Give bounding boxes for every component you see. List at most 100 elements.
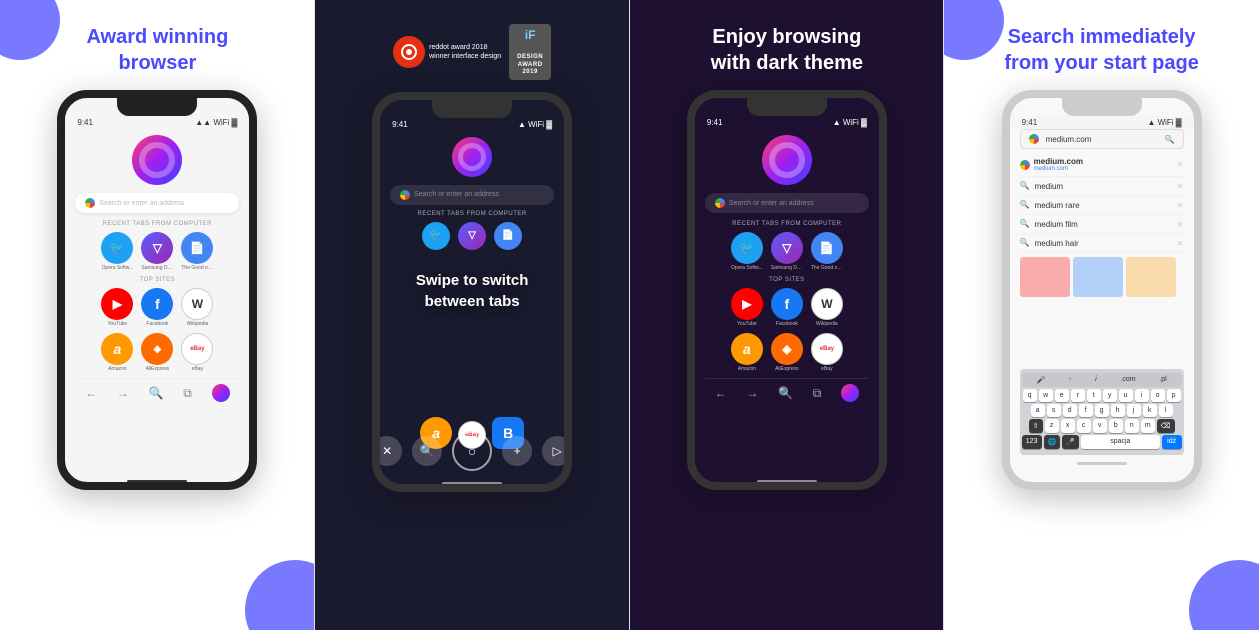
ctrl-main[interactable]: ○ [452, 431, 492, 471]
back-icon-3[interactable]: ← [715, 386, 727, 400]
reddot-line1: reddot award 2018 [429, 44, 487, 51]
decoration-blob-br-4 [1189, 560, 1259, 630]
phone-content-4: medium.com 🔍 medium.com medium.com ✕ 🔍 m… [1010, 129, 1194, 477]
if-badge: iF DESIGNAWARD2019 [509, 24, 551, 80]
ctrl-plus[interactable]: + [502, 436, 532, 466]
suggestion-item-4[interactable]: 🔍 medium hair ✕ [1020, 234, 1184, 253]
key-v[interactable]: v [1093, 419, 1107, 433]
url-bar-4[interactable]: medium.com 🔍 [1020, 129, 1184, 149]
google-icon-4 [1029, 134, 1039, 144]
ctrl-x[interactable]: ✕ [380, 436, 402, 466]
key-123[interactable]: 123 [1022, 435, 1042, 449]
key-l[interactable]: l [1159, 404, 1173, 417]
search-bar-2[interactable]: Search or enter an address [390, 185, 554, 205]
opera-nav-icon-1[interactable] [212, 384, 230, 402]
suggestion-close-2[interactable]: ✕ [1177, 201, 1184, 210]
key-shift[interactable]: ⇧ [1029, 419, 1043, 433]
key-u[interactable]: u [1119, 389, 1133, 402]
google-icon-1 [85, 198, 95, 208]
search-icon-1[interactable]: 🔍 [149, 386, 164, 400]
docs-label: The Good one... [181, 265, 213, 271]
key-tool-i[interactable]: i [1095, 376, 1097, 384]
key-m[interactable]: m [1141, 419, 1155, 433]
app-vectary-2: ▽ [458, 222, 486, 250]
key-tool-pl[interactable]: .pl [1159, 376, 1166, 384]
panel-3-title: Enjoy browsing with dark theme [711, 24, 863, 76]
ctrl-play[interactable]: ▷ [542, 436, 564, 466]
suggestion-close-3[interactable]: ✕ [1177, 220, 1184, 229]
app-twitter: 🐦 Opera Softw... [101, 232, 133, 271]
search-icon-3[interactable]: 🔍 [778, 386, 793, 400]
key-b[interactable]: b [1109, 419, 1123, 433]
mic-icon-4[interactable]: 🔍 [1165, 135, 1175, 144]
top-sites-label-3: TOP SITES [705, 277, 869, 283]
key-g[interactable]: g [1095, 404, 1109, 417]
if-label: iF [517, 28, 543, 42]
key-go[interactable]: idź [1162, 435, 1182, 449]
key-space[interactable]: spacja [1081, 435, 1160, 449]
back-icon-1[interactable]: ← [85, 386, 97, 400]
tabs-icon-3[interactable]: ⧉ [813, 386, 822, 401]
key-f[interactable]: f [1079, 404, 1093, 417]
phone-mockup-2: 9:41 ▲ WiFi ▓ Search or enter an address… [372, 92, 572, 492]
key-s[interactable]: s [1047, 404, 1061, 417]
key-n[interactable]: n [1125, 419, 1139, 433]
status-time-3: 9:41 [707, 118, 723, 127]
suggestion-close-1[interactable]: ✕ [1177, 182, 1184, 191]
phone-mockup-1: 9:41 ▲▲ WiFi ▓ Search or enter an addres… [57, 90, 257, 490]
key-y[interactable]: y [1103, 389, 1117, 402]
key-d[interactable]: d [1063, 404, 1077, 417]
suggestion-close-0[interactable]: ✕ [1177, 160, 1184, 169]
search-suggest-icon-1: 🔍 [1020, 181, 1030, 191]
ebay-label: eBay [192, 366, 203, 372]
key-h[interactable]: h [1111, 404, 1125, 417]
search-placeholder-2: Search or enter an address [414, 191, 499, 198]
top-sites-row1-1: ▶ YouTube f Facebook W Wikipedia [75, 288, 239, 327]
key-c[interactable]: c [1077, 419, 1091, 433]
opera-logo-3 [762, 135, 812, 185]
key-o[interactable]: o [1151, 389, 1165, 402]
key-tool-dash[interactable]: - [1069, 376, 1071, 384]
key-delete[interactable]: ⌫ [1157, 419, 1175, 433]
key-q[interactable]: q [1023, 389, 1037, 402]
twitter-label-3: Opera Softw... [731, 265, 763, 271]
key-k[interactable]: k [1143, 404, 1157, 417]
ctrl-search[interactable]: 🔍 [412, 436, 442, 466]
app-youtube: ▶ YouTube [101, 288, 133, 327]
vectary-icon-2: ▽ [458, 222, 486, 250]
reddot-logo-svg [399, 42, 419, 62]
keyboard-bottom [1020, 455, 1184, 469]
key-a[interactable]: a [1031, 404, 1045, 417]
key-j[interactable]: j [1127, 404, 1141, 417]
key-t[interactable]: t [1087, 389, 1101, 402]
key-w[interactable]: w [1039, 389, 1053, 402]
app-amazon-3: a Amazon [731, 333, 763, 372]
twitter-icon: 🐦 [101, 232, 133, 264]
suggestion-item-1[interactable]: 🔍 medium ✕ [1020, 177, 1184, 196]
suggestion-item-3[interactable]: 🔍 medium film ✕ [1020, 215, 1184, 234]
opera-nav-icon-3[interactable] [841, 384, 859, 402]
suggestion-close-4[interactable]: ✕ [1177, 239, 1184, 248]
key-z[interactable]: z [1045, 419, 1059, 433]
key-globe[interactable]: 🌐 [1044, 435, 1061, 449]
key-p[interactable]: p [1167, 389, 1181, 402]
key-r[interactable]: r [1071, 389, 1085, 402]
facebook-icon-3: f [771, 288, 803, 320]
tabs-icon-1[interactable]: ⧉ [183, 386, 192, 401]
key-x[interactable]: x [1061, 419, 1075, 433]
forward-icon-3[interactable]: → [746, 386, 758, 400]
suggestion-item-2[interactable]: 🔍 medium rare ✕ [1020, 196, 1184, 215]
key-tool-mic[interactable]: 🎤 [1037, 376, 1046, 384]
key-i[interactable]: i [1135, 389, 1149, 402]
key-mic[interactable]: 🎤 [1062, 435, 1079, 449]
forward-icon-1[interactable]: → [117, 386, 129, 400]
search-bar-1[interactable]: Search or enter an address [75, 193, 239, 213]
app-facebook-3: f Facebook [771, 288, 803, 327]
wikipedia-icon: W [181, 288, 213, 320]
search-bar-3[interactable]: Search or enter an address [705, 193, 869, 213]
suggestion-item-0[interactable]: medium.com medium.com ✕ [1020, 153, 1184, 177]
key-e[interactable]: e [1055, 389, 1069, 402]
top-sites-row1-3: ▶ YouTube f Facebook W Wikipedia [705, 288, 869, 327]
key-tool-com[interactable]: .com [1120, 376, 1135, 384]
vectary-icon: ▽ [141, 232, 173, 264]
